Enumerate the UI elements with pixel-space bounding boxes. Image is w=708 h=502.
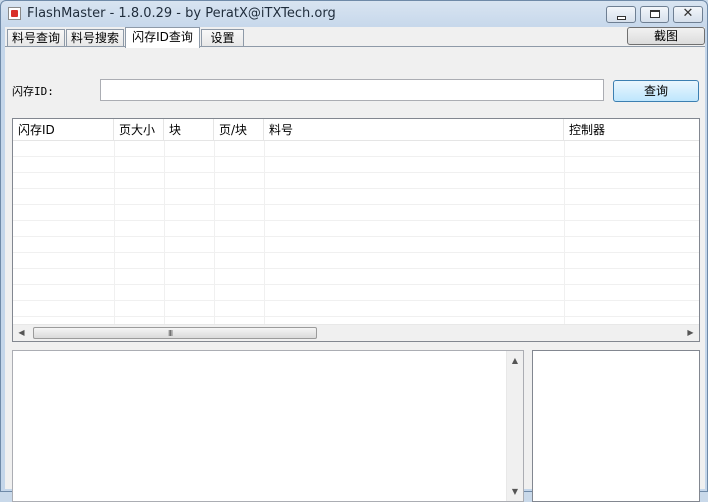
table-row [13,205,699,221]
client-area: 料号查询 料号搜索 闪存ID查询 设置 截图 闪存ID: 查询 闪存ID 页大小… [5,27,705,502]
column-header-flash-id[interactable]: 闪存ID [13,119,114,141]
tab-flash-id-query[interactable]: 闪存ID查询 [125,27,200,48]
scroll-down-icon[interactable]: ▼ [507,484,523,500]
tab-part-search[interactable]: 料号搜索 [66,29,124,47]
column-header-pages-per-block[interactable]: 页/块 [214,119,264,141]
table-row [13,285,699,301]
column-divider [264,141,265,324]
table-row [13,221,699,237]
minimize-button[interactable] [606,6,636,23]
horizontal-scrollbar[interactable]: ◀ III ▶ [13,324,699,341]
column-divider [114,141,115,324]
result-table[interactable]: 闪存ID 页大小 块 页/块 料号 控制器 ◀ III ▶ [12,118,700,342]
minimize-icon [617,16,626,20]
column-header-controller[interactable]: 控制器 [564,119,699,141]
tab-strip: 料号查询 料号搜索 闪存ID查询 设置 截图 [5,27,705,48]
table-row [13,173,699,189]
table-row [13,301,699,317]
table-row [13,237,699,253]
table-body [13,141,699,324]
app-window: FlashMaster - 1.8.0.29 - by PeratX@iTXTe… [0,0,708,502]
scroll-right-icon[interactable]: ▶ [682,325,699,341]
table-header: 闪存ID 页大小 块 页/块 料号 控制器 [13,119,699,141]
table-row [13,157,699,173]
details-box[interactable] [532,350,700,502]
log-output[interactable]: ▲ ▼ [12,350,524,502]
column-header-block[interactable]: 块 [164,119,214,141]
capture-button[interactable]: 截图 [627,27,705,45]
tab-settings[interactable]: 设置 [201,29,244,47]
maximize-button[interactable] [640,6,669,23]
column-divider [564,141,565,324]
vertical-scrollbar[interactable]: ▲ ▼ [506,351,523,501]
scroll-left-icon[interactable]: ◀ [13,325,30,341]
table-row [13,141,699,157]
column-header-part-number[interactable]: 料号 [264,119,564,141]
table-row [13,253,699,269]
scroll-grip-icon: III [168,329,173,338]
close-button[interactable]: ✕ [673,6,703,23]
tab-part-query[interactable]: 料号查询 [7,29,65,47]
horizontal-scroll-thumb[interactable]: III [33,327,317,339]
table-row [13,269,699,285]
column-header-page-size[interactable]: 页大小 [114,119,164,141]
query-button[interactable]: 查询 [613,80,699,102]
maximize-icon [650,10,660,18]
close-icon: ✕ [682,6,694,21]
window-title: FlashMaster - 1.8.0.29 - by PeratX@iTXTe… [27,6,336,21]
table-row [13,189,699,205]
title-bar[interactable]: FlashMaster - 1.8.0.29 - by PeratX@iTXTe… [1,1,707,27]
flash-id-panel: 闪存ID: 查询 闪存ID 页大小 块 页/块 料号 控制器 ◀ III ▶ ▲… [5,46,705,502]
column-divider [214,141,215,324]
flash-id-label: 闪存ID: [12,85,54,98]
scroll-up-icon[interactable]: ▲ [507,353,523,369]
app-icon [8,7,21,20]
flash-id-input[interactable] [100,79,604,101]
column-divider [164,141,165,324]
